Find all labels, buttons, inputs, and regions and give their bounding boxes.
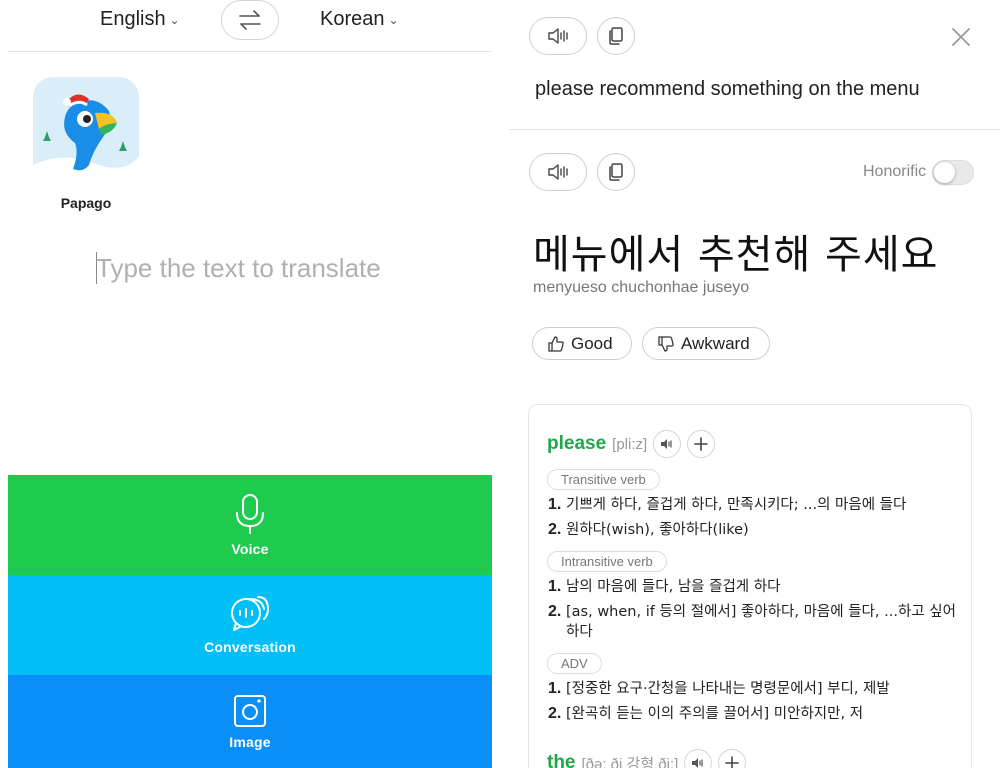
microphone-icon xyxy=(236,494,264,534)
definition-text: [정중한 요구·간청을 나타내는 명령문에서] 부디, 제발 xyxy=(566,681,890,697)
honorific-toggle[interactable] xyxy=(932,160,974,185)
definition-number: 1. xyxy=(548,578,562,595)
copy-icon xyxy=(609,163,623,181)
entry-listen-button[interactable] xyxy=(653,430,682,458)
entry-phonetic: [ðə; ði 강형 ði:] xyxy=(581,755,679,768)
entry-word[interactable]: the xyxy=(547,752,576,768)
good-feedback-button[interactable]: Good xyxy=(532,327,632,360)
voice-mode-label: Voice xyxy=(231,541,269,557)
definition-item: 1. [정중한 요구·간청을 나타내는 명령문에서] 부디, 제발 xyxy=(548,679,958,699)
copy-icon xyxy=(609,27,623,45)
definition-text: 기쁘게 하다, 즐겁게 하다, 만족시키다; ...의 마음에 들다 xyxy=(566,497,907,513)
definition-number: 2. xyxy=(548,603,562,620)
conversation-mode-label: Conversation xyxy=(204,639,296,655)
image-mode-label: Image xyxy=(229,733,271,750)
app-name: Papago xyxy=(60,195,112,211)
dictionary-entry-header: the [ðə; ði 강형 ði:] xyxy=(547,749,747,768)
entry-word[interactable]: please xyxy=(547,433,606,455)
definition-text: 원하다(wish), 좋아하다(like) xyxy=(566,522,749,538)
entry-phonetic: [pli:z] xyxy=(612,435,648,453)
close-icon[interactable] xyxy=(948,24,974,50)
speaker-icon xyxy=(692,758,703,768)
translator-input-panel: English ⌄ Korean ⌄ Papago Type the text … xyxy=(8,0,492,768)
add-to-wordbook-button[interactable] xyxy=(718,749,747,768)
dictionary-entry-header: please [pli:z] xyxy=(547,430,716,458)
part-of-speech-tag: Intransitive verb xyxy=(547,551,667,572)
thumbs-up-icon xyxy=(548,335,564,352)
source-copy-button[interactable] xyxy=(597,17,635,55)
definition-number: 2. xyxy=(548,521,562,538)
swap-arrows-icon xyxy=(239,10,261,30)
definition-number: 2. xyxy=(548,705,562,722)
definition-item: 2. 원하다(wish), 좋아하다(like) xyxy=(548,520,958,540)
definition-text: [완곡히 듣는 이의 주의를 끌어서] 미안하지만, 저 xyxy=(566,706,864,722)
chevron-down-icon: ⌄ xyxy=(388,12,399,27)
definition-number: 1. xyxy=(548,680,562,697)
divider xyxy=(508,129,1000,130)
source-listen-button[interactable] xyxy=(529,17,587,55)
good-label: Good xyxy=(571,333,613,353)
awkward-feedback-button[interactable]: Awkward xyxy=(642,327,770,360)
translation-listen-button[interactable] xyxy=(529,153,587,191)
romanization-text: menyueso chuchonhae juseyo xyxy=(533,279,750,296)
translate-text-input[interactable] xyxy=(96,250,476,286)
toggle-knob xyxy=(934,162,955,183)
part-of-speech-tag: ADV xyxy=(547,653,602,674)
part-of-speech-tag: Transitive verb xyxy=(547,469,660,490)
definition-item: 1. 기쁘게 하다, 즐겁게 하다, 만족시키다; ...의 마음에 들다 xyxy=(548,495,958,515)
conversation-mode-button[interactable]: Conversation xyxy=(8,575,492,675)
plus-icon xyxy=(725,756,740,768)
translation-result-panel: please recommend something on the menu H… xyxy=(508,0,1000,768)
target-language-label: Korean xyxy=(320,8,385,30)
plus-icon xyxy=(694,437,708,451)
honorific-label: Honorific xyxy=(863,163,927,180)
add-to-wordbook-button[interactable] xyxy=(687,430,716,458)
entry-listen-button[interactable] xyxy=(684,749,713,768)
conversation-icon xyxy=(231,596,270,631)
definition-item: 1. 남의 마음에 들다, 남을 즐겁게 하다 xyxy=(548,577,958,597)
target-language-selector[interactable]: Korean ⌄ xyxy=(320,8,399,31)
speaker-icon xyxy=(661,439,672,449)
source-language-selector[interactable]: English ⌄ xyxy=(100,8,180,31)
translation-copy-button[interactable] xyxy=(597,153,635,191)
thumbs-down-icon xyxy=(658,335,674,352)
voice-mode-button[interactable]: Voice xyxy=(8,475,492,575)
source-language-label: English xyxy=(100,8,166,30)
awkward-label: Awkward xyxy=(681,333,750,353)
language-bar: English ⌄ Korean ⌄ xyxy=(8,0,492,52)
definition-text: 남의 마음에 들다, 남을 즐겁게 하다 xyxy=(566,579,781,595)
definition-text: [as, when, if 등의 절에서] 좋아하다, 마음에 들다, ...하… xyxy=(566,604,956,640)
translated-text: 메뉴에서 추천해 주세요 xyxy=(533,232,939,278)
definition-number: 1. xyxy=(548,496,562,513)
speaker-icon xyxy=(548,28,568,44)
dictionary-card: please [pli:z] Transitive verb 1. 기쁘게 하다… xyxy=(528,404,972,768)
source-text: please recommend something on the menu xyxy=(535,78,920,100)
image-mode-button[interactable]: Image xyxy=(8,675,492,768)
papago-logo-icon xyxy=(33,77,139,183)
speaker-icon xyxy=(548,164,568,180)
camera-icon xyxy=(234,694,266,727)
definition-item: 2. [as, when, if 등의 절에서] 좋아하다, 마음에 들다, .… xyxy=(548,602,958,642)
swap-languages-button[interactable] xyxy=(221,0,279,40)
chevron-down-icon: ⌄ xyxy=(169,12,180,27)
definition-item: 2. [완곡히 듣는 이의 주의를 끌어서] 미안하지만, 저 xyxy=(548,704,958,724)
